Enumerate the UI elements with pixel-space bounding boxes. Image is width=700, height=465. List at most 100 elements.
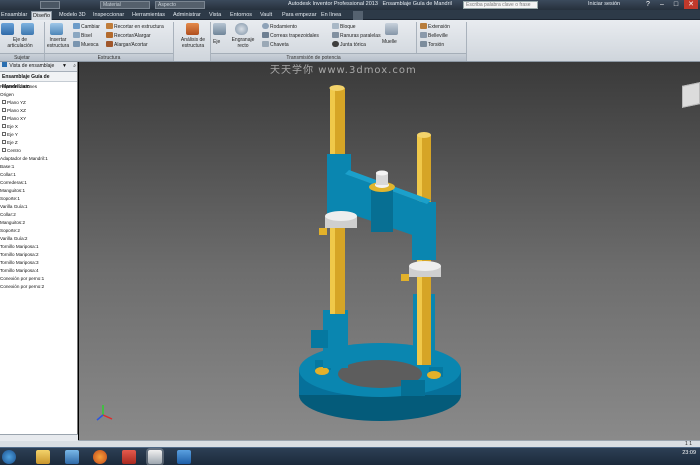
tree-item[interactable]: Origen	[0, 91, 77, 99]
assembly-model[interactable]	[79, 62, 700, 440]
tab-administrar[interactable]: Administrar	[172, 11, 202, 20]
tree-item-label: Manguitos:1	[0, 188, 26, 193]
belleville-button[interactable]: Belleville	[420, 32, 448, 39]
tree-item[interactable]: Correderas:1	[0, 179, 77, 187]
tab-vista[interactable]: Vista	[208, 11, 222, 20]
bisel-label: Bisel	[81, 33, 92, 39]
assembly-root[interactable]: Ensamblaje Guía de Mandril.iam	[0, 72, 77, 90]
eje-articulacion-button[interactable]: Eje de articulación	[0, 37, 40, 49]
explorer-icon[interactable]	[36, 450, 50, 464]
document-tab-strip[interactable]	[0, 434, 78, 441]
tree-item[interactable]: Soporte:2	[0, 227, 77, 235]
tree-item[interactable]: Tornillo Mariposa:4	[0, 267, 77, 275]
tree-item[interactable]: Eje Z	[0, 139, 77, 147]
tree-item[interactable]: Centro	[0, 147, 77, 155]
tab-herramientas[interactable]: Herramientas	[131, 11, 166, 20]
ribbon-panel: Eje de articulación Sujetar Insertar est…	[0, 20, 700, 62]
tab-entornos[interactable]: Entornos	[229, 11, 253, 20]
tree-item[interactable]: Plano XY	[0, 115, 77, 123]
analisis-label: Análisis de estructura	[180, 37, 206, 49]
signin-button[interactable]: Iniciar sesión	[588, 1, 620, 7]
tab-modelo-3d[interactable]: Modelo 3D	[58, 11, 87, 20]
chaveta-button[interactable]: Chaveta	[262, 41, 289, 48]
tab-para-empezar[interactable]: Para empezar	[281, 11, 318, 20]
search-icon[interactable]: ⌕	[73, 62, 76, 71]
tab-overflow-button[interactable]	[353, 11, 363, 20]
close-button[interactable]: ✕	[684, 0, 698, 9]
cambiar-label: Cambiar	[81, 24, 100, 30]
tree-item[interactable]: Soporte:1	[0, 195, 77, 203]
eje-button[interactable]: Eje	[213, 39, 220, 45]
tree-item[interactable]: Varilla Guía:2	[0, 235, 77, 243]
paint-icon[interactable]	[122, 450, 136, 464]
tab-diseno[interactable]: Diseño	[31, 11, 53, 20]
panel-sujetar[interactable]: Sujetar	[0, 53, 44, 61]
inventor-icon[interactable]	[148, 450, 162, 464]
tree-item[interactable]: Eje Y	[0, 131, 77, 139]
tree-item[interactable]: Tornillo Mariposa:3	[0, 259, 77, 267]
tree-item[interactable]: Adaptador de Mandril:1	[0, 155, 77, 163]
panel-transmision[interactable]: Transmisión de potencia	[211, 53, 416, 61]
tree-item[interactable]: Plano YZ	[0, 99, 77, 107]
tab-ensamblar[interactable]: Ensamblar	[0, 11, 28, 20]
work-feature-icon	[2, 108, 6, 112]
recortar-estructura-button[interactable]: Recortar en estructura	[106, 23, 164, 30]
bloque-button[interactable]: Bloque	[332, 23, 356, 30]
tab-vault[interactable]: Vault	[259, 11, 273, 20]
muesca-button[interactable]: Muesca	[73, 41, 99, 48]
muelle-button[interactable]: Muelle	[382, 39, 397, 45]
maximize-button[interactable]: □	[669, 0, 683, 9]
tree-item[interactable]: Manguitos:2	[0, 219, 77, 227]
tab-inspeccionar[interactable]: Inspeccionar	[92, 11, 125, 20]
panel-estructura[interactable]: Estructura	[45, 53, 173, 61]
qa-toolbar[interactable]	[40, 1, 60, 9]
correas-button[interactable]: Correas trapezoidales	[262, 32, 319, 39]
rodamiento-label: Rodamiento	[270, 24, 297, 30]
minimize-button[interactable]: –	[655, 0, 669, 9]
bisel-button[interactable]: Bisel	[73, 32, 92, 39]
engranaje-recto-button[interactable]: Engranaje recto	[229, 37, 257, 49]
appearance-dropdown[interactable]: Aspecto	[155, 1, 205, 9]
tree-item[interactable]: Collar:2	[0, 211, 77, 219]
start-button-icon[interactable]	[2, 450, 16, 464]
browser-title[interactable]: Vista de ensamblaje	[9, 63, 54, 69]
rodamiento-button[interactable]: Rodamiento	[262, 23, 297, 30]
tree-item[interactable]: Conexión por perno:2	[0, 283, 77, 291]
document-title: Ensamblaje Guía de Mandril	[382, 1, 452, 7]
tree-item[interactable]: Conexión por perno:1	[0, 275, 77, 283]
alargar-acortar-label: Alargar/Acortar	[114, 42, 148, 48]
tree-item[interactable]: Base:1	[0, 163, 77, 171]
extension-button[interactable]: Extensión	[420, 23, 450, 30]
analisis-estructura-button[interactable]: Análisis de estructura	[176, 37, 210, 49]
chevron-down-icon[interactable]: ▼	[62, 62, 67, 71]
chaveta-label: Chaveta	[270, 42, 289, 48]
cambiar-button[interactable]: Cambiar	[73, 23, 100, 30]
tree-item[interactable]: Eje X	[0, 123, 77, 131]
insertar-estructura-button[interactable]: Insertar estructura	[45, 37, 71, 49]
recortar-alargar-label: Recortar/Alargar	[114, 33, 151, 39]
tree-item[interactable]: Manguitos:1	[0, 187, 77, 195]
tree-item[interactable]: Tornillo Mariposa:2	[0, 251, 77, 259]
signin-label: Iniciar sesión	[588, 1, 621, 7]
firefox-icon[interactable]	[93, 450, 107, 464]
help-search-input[interactable]: Escriba palabra clave o frase	[463, 1, 538, 9]
tree-item[interactable]: Collar:1	[0, 171, 77, 179]
ranuras-button[interactable]: Ranuras paralelas	[332, 32, 381, 39]
torsion-button[interactable]: Torsión	[420, 41, 444, 48]
graphics-window[interactable]: 天天学你 www.3dmox.com	[79, 62, 700, 440]
junta-torica-button[interactable]: Junta tórica	[332, 41, 366, 48]
tree-item[interactable]: Plano XZ	[0, 107, 77, 115]
tab-en-linea[interactable]: En línea	[320, 11, 342, 20]
recortar-alargar-button[interactable]: Recortar/Alargar	[106, 32, 151, 39]
work-feature-icon	[2, 116, 6, 120]
tree-item[interactable]: Varilla Guía:1	[0, 203, 77, 211]
browser-tree: RepresentacionesOrigenPlano YZPlano XZPl…	[0, 82, 77, 291]
clock[interactable]: 23:09	[682, 450, 696, 456]
filter-icon[interactable]	[2, 62, 7, 67]
tree-item[interactable]: Tornillo Mariposa:1	[0, 243, 77, 251]
ie-icon[interactable]	[177, 450, 191, 464]
alargar-acortar-button[interactable]: Alargar/Acortar	[106, 41, 148, 48]
material-dropdown[interactable]: Material	[100, 1, 150, 9]
help-icon[interactable]: ?	[641, 0, 655, 9]
media-player-icon[interactable]	[65, 450, 79, 464]
